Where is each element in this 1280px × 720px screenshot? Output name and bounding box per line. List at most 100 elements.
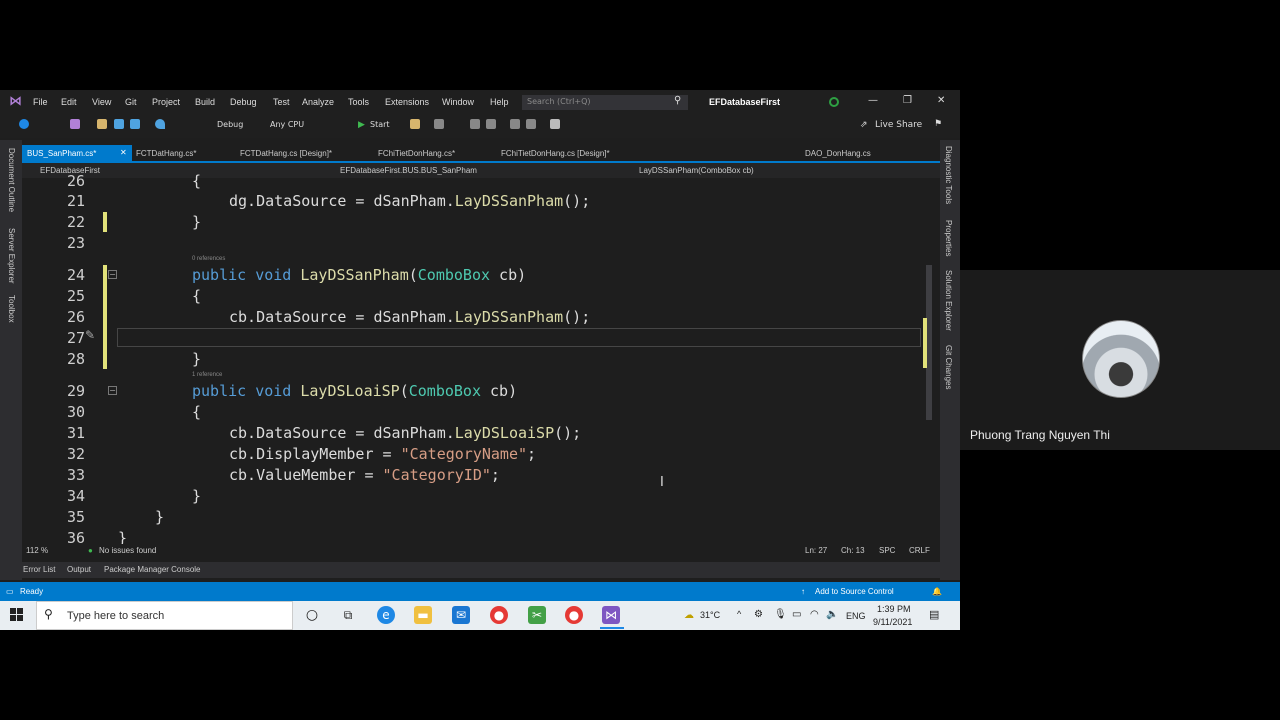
volume-icon[interactable]: 🔈 bbox=[826, 609, 838, 620]
toolbar-icon-3[interactable] bbox=[470, 119, 480, 129]
visual-studio-taskbar-icon[interactable]: ⋈ bbox=[602, 606, 620, 624]
menu-help[interactable]: Help bbox=[490, 97, 509, 107]
menu-project[interactable]: Project bbox=[152, 97, 180, 107]
diagnostic-tools-tab[interactable]: Diagnostic Tools bbox=[944, 146, 953, 204]
back-icon[interactable] bbox=[19, 119, 29, 129]
temperature[interactable]: 31°C bbox=[700, 610, 720, 620]
battery-icon[interactable]: ▭ bbox=[792, 609, 801, 620]
windows-start-icon[interactable] bbox=[10, 608, 24, 622]
clock-date[interactable]: 9/11/2021 bbox=[873, 617, 912, 627]
file-explorer-icon[interactable]: ▬ bbox=[414, 606, 432, 624]
member-dropdown[interactable]: LayDSSanPham(ComboBox cb) bbox=[639, 166, 754, 175]
toolbar-icon-1[interactable] bbox=[410, 119, 420, 129]
minimize-icon[interactable]: — bbox=[868, 95, 878, 106]
tab-bus-sanpham[interactable]: BUS_SanPham.cs* ✕ bbox=[22, 145, 132, 163]
chrome-icon[interactable]: ● bbox=[490, 606, 508, 624]
menu-view[interactable]: View bbox=[92, 97, 111, 107]
git-changes-tab[interactable]: Git Changes bbox=[944, 345, 953, 389]
menu-window[interactable]: Window bbox=[442, 97, 474, 107]
clock-time[interactable]: 1:39 PM bbox=[877, 604, 911, 614]
menu-extensions[interactable]: Extensions bbox=[385, 97, 429, 107]
bookmark-icon[interactable] bbox=[550, 119, 560, 129]
restore-icon[interactable]: ❐ bbox=[903, 95, 912, 106]
code-brace: { bbox=[192, 172, 202, 190]
tab-fctdathang-design[interactable]: FCTDatHang.cs [Design]* bbox=[240, 145, 332, 163]
solution-name: EFDatabaseFirst bbox=[709, 97, 781, 107]
notifications-icon[interactable]: 🔔 bbox=[932, 587, 942, 596]
fold-toggle-icon[interactable]: − bbox=[108, 270, 117, 279]
cortana-icon[interactable]: ○ bbox=[303, 606, 321, 624]
properties-tab[interactable]: Properties bbox=[944, 220, 953, 256]
wifi-icon[interactable]: ◠ bbox=[810, 609, 819, 620]
quick-action-icon[interactable]: ✎ bbox=[85, 328, 95, 342]
menu-edit[interactable]: Edit bbox=[61, 97, 77, 107]
app-icon[interactable]: ✂ bbox=[528, 606, 546, 624]
participant-name: Phuong Trang Nguyen Thi bbox=[970, 428, 1110, 442]
weather-icon[interactable]: ☁ bbox=[684, 610, 694, 621]
close-icon[interactable]: ✕ bbox=[937, 95, 945, 106]
toolbar-icon-6[interactable] bbox=[526, 119, 536, 129]
language-indicator[interactable]: ENG bbox=[846, 611, 866, 621]
tray-app-icon[interactable]: ⚙ bbox=[754, 609, 763, 620]
task-view-icon[interactable]: ⧉ bbox=[339, 606, 357, 624]
toolbox-tab[interactable]: Toolbox bbox=[7, 295, 16, 323]
code-editor[interactable] bbox=[22, 178, 922, 544]
status-bar: ▭ Ready ↑ Add to Source Control 🔔 bbox=[0, 582, 960, 601]
tab-fctdathang[interactable]: FCTDatHang.cs* bbox=[136, 145, 196, 163]
search-input[interactable]: Search (Ctrl+Q) bbox=[522, 95, 688, 110]
tab-output[interactable]: Output bbox=[67, 565, 91, 574]
menu-git[interactable]: Git bbox=[125, 97, 137, 107]
solution-explorer-tab[interactable]: Solution Explorer bbox=[944, 270, 953, 331]
left-tool-strip: Document Outline Server Explorer Toolbox bbox=[0, 140, 22, 580]
new-project-icon[interactable] bbox=[70, 119, 80, 129]
server-explorer-tab[interactable]: Server Explorer bbox=[7, 228, 16, 284]
zoom-level[interactable]: 112 % bbox=[26, 546, 48, 555]
toolbar-icon-5[interactable] bbox=[510, 119, 520, 129]
feedback-icon[interactable]: ⚑ bbox=[934, 119, 942, 129]
codelens-references[interactable]: 1 reference bbox=[192, 372, 222, 378]
notification-center-icon[interactable]: ▤ bbox=[929, 608, 939, 621]
menu-build[interactable]: Build bbox=[195, 97, 215, 107]
current-line-highlight bbox=[117, 328, 921, 347]
tab-fchitietdonhang-design[interactable]: FChiTietDonHang.cs [Design]* bbox=[501, 145, 610, 163]
toolbar-icon-2[interactable] bbox=[434, 119, 444, 129]
menu-test[interactable]: Test bbox=[273, 97, 290, 107]
codelens-references[interactable]: 0 references bbox=[192, 256, 225, 262]
mail-icon[interactable]: ✉ bbox=[452, 606, 470, 624]
search-icon[interactable]: ⚲ bbox=[674, 95, 681, 106]
toolbar-icon-4[interactable] bbox=[486, 119, 496, 129]
status-ready: Ready bbox=[20, 587, 44, 596]
undo-icon[interactable] bbox=[155, 119, 165, 129]
scroll-change-marker bbox=[923, 318, 927, 368]
chrome-icon-2[interactable]: ● bbox=[565, 606, 583, 624]
whitespace-indicator[interactable]: SPC bbox=[879, 546, 895, 555]
microphone-icon[interactable]: 🎙 bbox=[774, 609, 787, 620]
menu-tools[interactable]: Tools bbox=[348, 97, 369, 107]
save-icon[interactable] bbox=[114, 119, 124, 129]
class-dropdown[interactable]: EFDatabaseFirst.BUS.BUS_SanPham bbox=[340, 166, 477, 175]
edge-icon[interactable]: e bbox=[377, 606, 395, 624]
tray-chevron-icon[interactable]: ^ bbox=[737, 609, 741, 619]
issues-indicator[interactable]: No issues found bbox=[99, 546, 156, 555]
tab-dao-donhang[interactable]: DAO_DonHang.cs bbox=[805, 145, 871, 163]
document-outline-tab[interactable]: Document Outline bbox=[7, 148, 16, 212]
open-icon[interactable] bbox=[97, 119, 107, 129]
right-tool-strip: Diagnostic Tools Properties Solution Exp… bbox=[940, 140, 960, 580]
save-all-icon[interactable] bbox=[130, 119, 140, 129]
tab-close-icon[interactable]: ✕ bbox=[120, 148, 127, 157]
start-button[interactable]: Start bbox=[356, 118, 402, 133]
platform-dropdown[interactable]: Any CPU bbox=[268, 118, 348, 133]
taskbar-search-input[interactable]: Type here to search bbox=[36, 601, 293, 630]
tab-fchitietdonhang[interactable]: FChiTietDonHang.cs* bbox=[378, 145, 455, 163]
menu-analyze[interactable]: Analyze bbox=[302, 97, 334, 107]
menu-debug[interactable]: Debug bbox=[230, 97, 257, 107]
configuration-dropdown[interactable]: Debug bbox=[215, 118, 262, 133]
status-indicator-icon[interactable] bbox=[829, 97, 839, 107]
menu-file[interactable]: File bbox=[33, 97, 48, 107]
live-share-button[interactable]: Live Share bbox=[875, 120, 922, 130]
tab-package-manager-console[interactable]: Package Manager Console bbox=[104, 565, 201, 574]
tab-error-list[interactable]: Error List bbox=[23, 565, 55, 574]
fold-toggle-icon[interactable]: − bbox=[108, 386, 117, 395]
add-to-source-control[interactable]: Add to Source Control bbox=[815, 587, 894, 596]
line-ending-indicator[interactable]: CRLF bbox=[909, 546, 930, 555]
